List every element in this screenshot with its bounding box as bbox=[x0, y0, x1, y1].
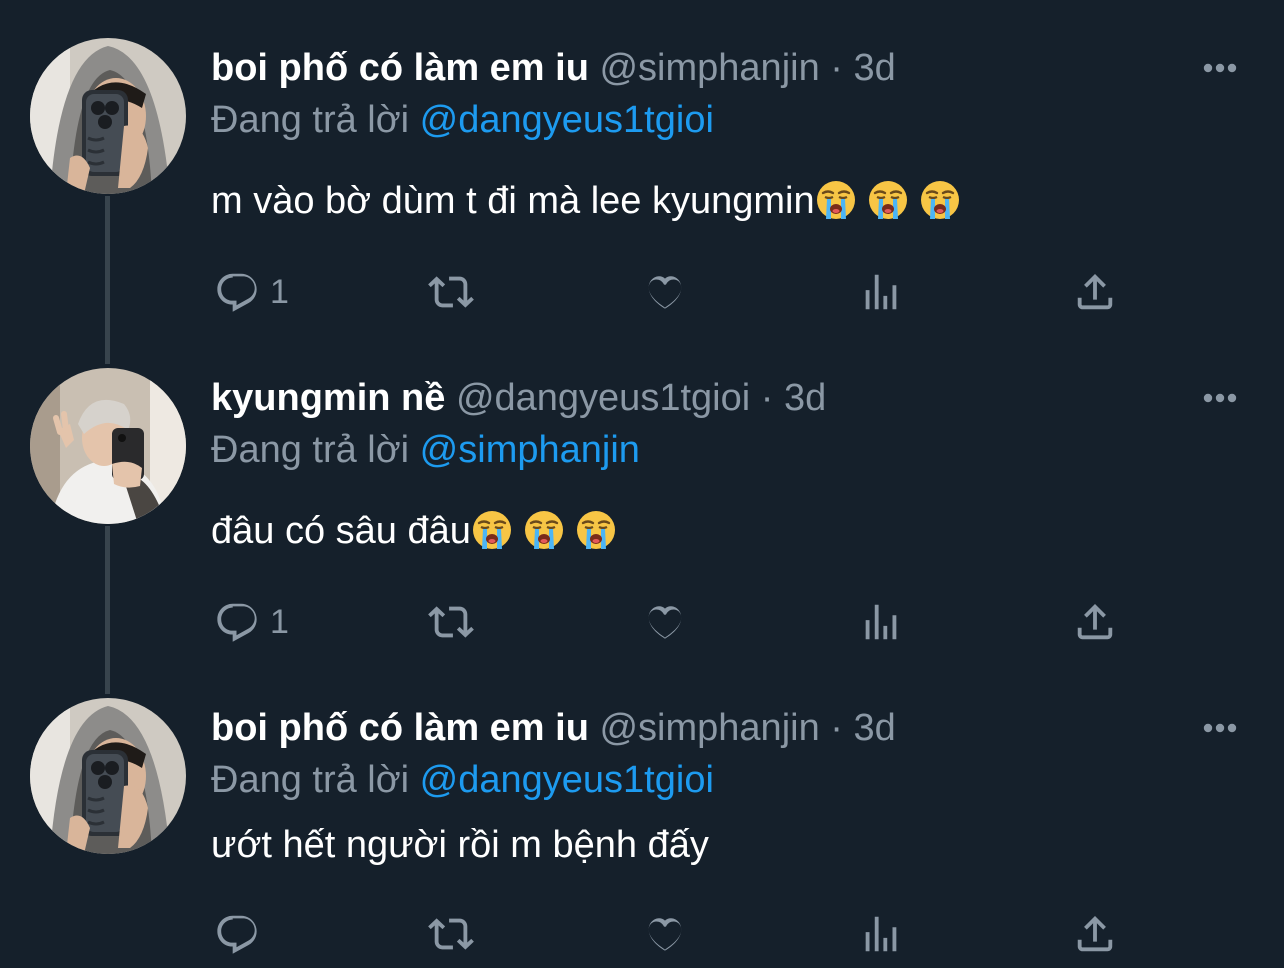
like-button[interactable] bbox=[642, 592, 688, 652]
more-options-icon[interactable] bbox=[1200, 56, 1240, 80]
tweet-text: m vào bờ dùm t đi mà lee kyungmin bbox=[211, 176, 971, 226]
replying-to: Đang trả lời @dangyeus1tgioi bbox=[211, 95, 714, 145]
tweet-text: ướt hết người rồi m bệnh đấy bbox=[211, 820, 709, 870]
reply-icon bbox=[214, 269, 260, 315]
tweet-text: đâu có sâu đâu bbox=[211, 506, 627, 556]
views-button[interactable] bbox=[858, 904, 904, 964]
share-icon bbox=[1072, 911, 1118, 957]
more-options-icon[interactable] bbox=[1200, 386, 1240, 410]
separator-dot: · bbox=[830, 707, 843, 749]
heart-icon bbox=[642, 599, 688, 645]
tweet[interactable]: boi phố có làm em iu @simphanjin · 3d Đa… bbox=[0, 698, 1284, 968]
analytics-icon bbox=[858, 911, 904, 957]
share-button[interactable] bbox=[1072, 592, 1118, 652]
timestamp[interactable]: 3d bbox=[854, 47, 896, 89]
tweet-actions: 1 bbox=[0, 262, 1284, 322]
display-name[interactable]: boi phố có làm em iu bbox=[211, 47, 589, 89]
mention-link[interactable]: @simphanjin bbox=[420, 429, 640, 471]
avatar[interactable] bbox=[30, 698, 186, 854]
replying-to-label: Đang trả lời bbox=[211, 429, 410, 471]
like-button[interactable] bbox=[642, 904, 688, 964]
loudly-crying-face-emoji bbox=[523, 509, 565, 551]
retweet-icon bbox=[428, 599, 474, 645]
tweet-header: kyungmin nề @dangyeus1tgioi · 3d bbox=[211, 373, 826, 423]
retweet-icon bbox=[428, 911, 474, 957]
like-button[interactable] bbox=[642, 262, 688, 322]
loudly-crying-face-emoji bbox=[919, 179, 961, 221]
tweet[interactable]: kyungmin nề @dangyeus1tgioi · 3d Đang tr… bbox=[0, 368, 1284, 668]
loudly-crying-face-emoji bbox=[867, 179, 909, 221]
reply-count: 1 bbox=[270, 602, 289, 641]
reply-button[interactable]: 1 bbox=[214, 262, 289, 322]
replying-to: Đang trả lời @simphanjin bbox=[211, 425, 640, 475]
share-icon bbox=[1072, 269, 1118, 315]
retweet-button[interactable] bbox=[428, 262, 474, 322]
tweet-text-content: m vào bờ dùm t đi mà lee kyungmin bbox=[211, 180, 815, 222]
tweet-header: boi phố có làm em iu @simphanjin · 3d bbox=[211, 43, 896, 93]
tweet-text-content: ướt hết người rồi m bệnh đấy bbox=[211, 824, 709, 866]
avatar[interactable] bbox=[30, 368, 186, 524]
tweet-text-content: đâu có sâu đâu bbox=[211, 510, 471, 552]
user-handle[interactable]: @simphanjin bbox=[599, 47, 819, 89]
heart-icon bbox=[642, 911, 688, 957]
more-options-icon[interactable] bbox=[1200, 716, 1240, 740]
loudly-crying-face-emoji bbox=[575, 509, 617, 551]
retweet-button[interactable] bbox=[428, 592, 474, 652]
analytics-icon bbox=[858, 599, 904, 645]
reply-count: 1 bbox=[270, 272, 289, 311]
timestamp[interactable]: 3d bbox=[854, 707, 896, 749]
user-handle[interactable]: @dangyeus1tgioi bbox=[456, 377, 750, 419]
tweet-thread: boi phố có làm em iu @simphanjin · 3d Đa… bbox=[0, 0, 1284, 968]
mention-link[interactable]: @dangyeus1tgioi bbox=[420, 759, 714, 801]
loudly-crying-face-emoji bbox=[815, 179, 857, 221]
tweet[interactable]: boi phố có làm em iu @simphanjin · 3d Đa… bbox=[0, 38, 1284, 338]
timestamp[interactable]: 3d bbox=[784, 377, 826, 419]
heart-icon bbox=[642, 269, 688, 315]
tweet-header: boi phố có làm em iu @simphanjin · 3d bbox=[211, 703, 896, 753]
views-button[interactable] bbox=[858, 262, 904, 322]
tweet-actions bbox=[0, 904, 1284, 964]
replying-to-label: Đang trả lời bbox=[211, 99, 410, 141]
replying-to-label: Đang trả lời bbox=[211, 759, 410, 801]
reply-icon bbox=[214, 599, 260, 645]
loudly-crying-face-emoji bbox=[471, 509, 513, 551]
share-button[interactable] bbox=[1072, 904, 1118, 964]
separator-dot: · bbox=[760, 377, 774, 419]
share-button[interactable] bbox=[1072, 262, 1118, 322]
mention-link[interactable]: @dangyeus1tgioi bbox=[420, 99, 714, 141]
share-icon bbox=[1072, 599, 1118, 645]
avatar[interactable] bbox=[30, 38, 186, 194]
replying-to: Đang trả lời @dangyeus1tgioi bbox=[211, 755, 714, 805]
reply-button[interactable]: 1 bbox=[214, 592, 289, 652]
views-button[interactable] bbox=[858, 592, 904, 652]
retweet-button[interactable] bbox=[428, 904, 474, 964]
tweet-actions: 1 bbox=[0, 592, 1284, 652]
reply-icon bbox=[214, 911, 260, 957]
separator-dot: · bbox=[830, 47, 843, 89]
user-handle[interactable]: @simphanjin bbox=[599, 707, 819, 749]
display-name[interactable]: kyungmin nề bbox=[211, 377, 445, 419]
retweet-icon bbox=[428, 269, 474, 315]
analytics-icon bbox=[858, 269, 904, 315]
display-name[interactable]: boi phố có làm em iu bbox=[211, 707, 589, 749]
reply-button[interactable] bbox=[214, 904, 270, 964]
